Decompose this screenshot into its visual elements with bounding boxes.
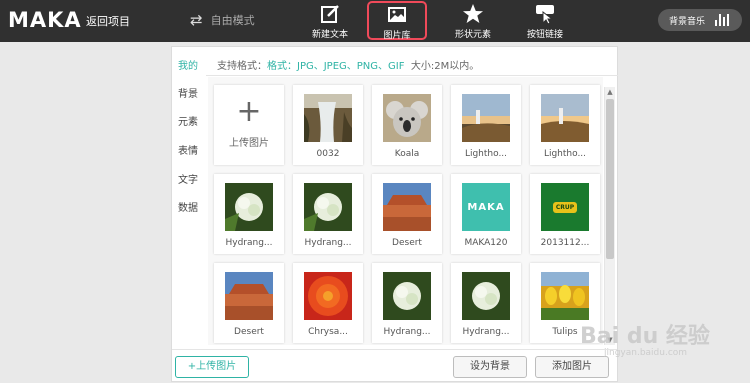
new-text-tool[interactable]: 新建文本 bbox=[300, 2, 360, 40]
tulips-thumbnail bbox=[541, 272, 589, 320]
maka-logo-thumbnail: MAKA bbox=[462, 183, 510, 231]
image-caption: Hydrang... bbox=[383, 327, 431, 337]
image-library-panel: 我的 背景 元素 表情 文字 数据 支持格式：格式：JPG、JPEG、PNG、G… bbox=[171, 46, 618, 382]
image-tile[interactable]: Lightho... bbox=[530, 85, 600, 165]
green-banner-thumbnail: CRUP bbox=[541, 183, 589, 231]
image-caption: Chrysa... bbox=[308, 327, 348, 337]
desert-thumbnail bbox=[225, 272, 273, 320]
set-background-button[interactable]: 设为背景 bbox=[453, 356, 527, 378]
tool-label: 按钮链接 bbox=[526, 30, 563, 40]
nav-item-background[interactable]: 背景 bbox=[178, 85, 198, 100]
image-tile[interactable]: Hydrang... bbox=[293, 174, 363, 254]
music-label: 背景音乐 bbox=[669, 16, 706, 27]
button-link-tool[interactable]: 按钮链接 bbox=[515, 2, 575, 40]
image-grid: + 上传图片 0032 Koala Lightho... Lightho... … bbox=[208, 77, 603, 345]
background-music-button[interactable]: 背景音乐 bbox=[658, 9, 742, 31]
tool-label: 图片库 bbox=[383, 31, 411, 41]
nav-item-text[interactable]: 文字 bbox=[178, 171, 198, 186]
image-tile[interactable]: Hydrang... bbox=[451, 263, 521, 343]
upload-image-tile[interactable]: + 上传图片 bbox=[214, 85, 284, 165]
hydrangea-thumbnail bbox=[462, 272, 510, 320]
image-caption: Desert bbox=[234, 327, 264, 337]
star-icon bbox=[463, 4, 483, 23]
image-tile[interactable]: MAKA MAKA120 bbox=[451, 174, 521, 254]
image-tile[interactable]: Hydrang... bbox=[214, 174, 284, 254]
back-to-projects-link[interactable]: 返回项目 bbox=[86, 13, 130, 29]
baidu-watermark-url: jingyan.baidu.com bbox=[604, 348, 688, 358]
scrollbar-thumb[interactable] bbox=[606, 99, 614, 259]
image-tile[interactable]: Desert bbox=[372, 174, 442, 254]
image-tile[interactable]: 0032 bbox=[293, 85, 363, 165]
image-caption: Lightho... bbox=[464, 149, 508, 159]
thumb-logo-text: CRUP bbox=[552, 201, 578, 213]
image-tile[interactable]: Lightho... bbox=[451, 85, 521, 165]
tool-label: 形状元素 bbox=[454, 30, 491, 40]
chrysanthemum-thumbnail bbox=[304, 272, 352, 320]
nav-item-mine[interactable]: 我的 bbox=[178, 57, 198, 72]
nav-item-data[interactable]: 数据 bbox=[178, 199, 198, 214]
top-toolbar: MAKA 返回项目 ⇄ 自由模式 新建文本 图片库 形状元素 按钮链接 背景音乐 bbox=[0, 0, 750, 42]
hint-prefix: 支持格式： bbox=[217, 61, 267, 72]
image-caption: Hydrang... bbox=[462, 327, 510, 337]
tool-label: 新建文本 bbox=[311, 30, 348, 40]
hydrangea-thumbnail bbox=[304, 183, 352, 231]
hydrangea-thumbnail bbox=[383, 272, 431, 320]
scroll-up-arrow-icon[interactable]: ▲ bbox=[605, 87, 615, 97]
koala-thumbnail bbox=[383, 94, 431, 142]
button-link-icon bbox=[536, 5, 554, 25]
image-caption: Koala bbox=[394, 149, 420, 159]
app-logo: MAKA bbox=[8, 8, 82, 32]
image-caption: Hydrang... bbox=[225, 238, 273, 248]
nav-item-emoji[interactable]: 表情 bbox=[178, 142, 198, 157]
upload-tile-label: 上传图片 bbox=[229, 138, 269, 149]
image-library-tool[interactable]: 图片库 bbox=[367, 1, 427, 41]
waterfall-thumbnail bbox=[304, 94, 352, 142]
image-caption: Desert bbox=[392, 238, 422, 248]
shape-elements-tool[interactable]: 形状元素 bbox=[443, 2, 503, 40]
panel-footer: +上传图片 设为背景 添加图片 bbox=[172, 349, 617, 382]
hydrangea-thumbnail bbox=[225, 183, 273, 231]
image-tile[interactable]: Desert bbox=[214, 263, 284, 343]
plus-icon: + bbox=[236, 94, 262, 129]
divider bbox=[206, 75, 618, 76]
hint-formats: 格式：JPG、JPEG、PNG、GIF bbox=[267, 61, 405, 72]
baidu-watermark: Bai du 经验 bbox=[580, 324, 710, 349]
image-caption: Hydrang... bbox=[304, 238, 352, 248]
hint-size: 大小:2M以内。 bbox=[410, 61, 480, 72]
swap-arrows-icon: ⇄ bbox=[190, 10, 203, 29]
image-tile[interactable]: Koala bbox=[372, 85, 442, 165]
nav-item-elements[interactable]: 元素 bbox=[178, 113, 198, 128]
add-image-button[interactable]: 添加图片 bbox=[535, 356, 609, 378]
image-caption: 2013112... bbox=[540, 238, 590, 248]
image-icon bbox=[388, 7, 406, 22]
lighthouse-thumbnail bbox=[541, 94, 589, 142]
edit-icon bbox=[321, 5, 339, 23]
image-caption: Lightho... bbox=[543, 149, 587, 159]
category-nav: 我的 背景 元素 表情 文字 数据 bbox=[172, 47, 206, 381]
image-caption: 0032 bbox=[316, 149, 340, 159]
vertical-scrollbar[interactable]: ▲ ▼ bbox=[604, 87, 615, 345]
thumb-logo-text: MAKA bbox=[467, 201, 505, 213]
desert-thumbnail bbox=[383, 183, 431, 231]
equalizer-icon bbox=[715, 14, 730, 26]
image-caption: MAKA120 bbox=[464, 238, 508, 248]
upload-image-button[interactable]: +上传图片 bbox=[175, 356, 249, 378]
lighthouse-thumbnail bbox=[462, 94, 510, 142]
image-tile[interactable]: Chrysa... bbox=[293, 263, 363, 343]
mode-label: 自由模式 bbox=[210, 14, 255, 27]
image-tile[interactable]: CRUP 2013112... bbox=[530, 174, 600, 254]
format-hint: 支持格式：格式：JPG、JPEG、PNG、GIF 大小:2M以内。 bbox=[217, 57, 479, 72]
free-mode-toggle[interactable]: ⇄ 自由模式 bbox=[190, 12, 255, 28]
image-tile[interactable]: Hydrang... bbox=[372, 263, 442, 343]
